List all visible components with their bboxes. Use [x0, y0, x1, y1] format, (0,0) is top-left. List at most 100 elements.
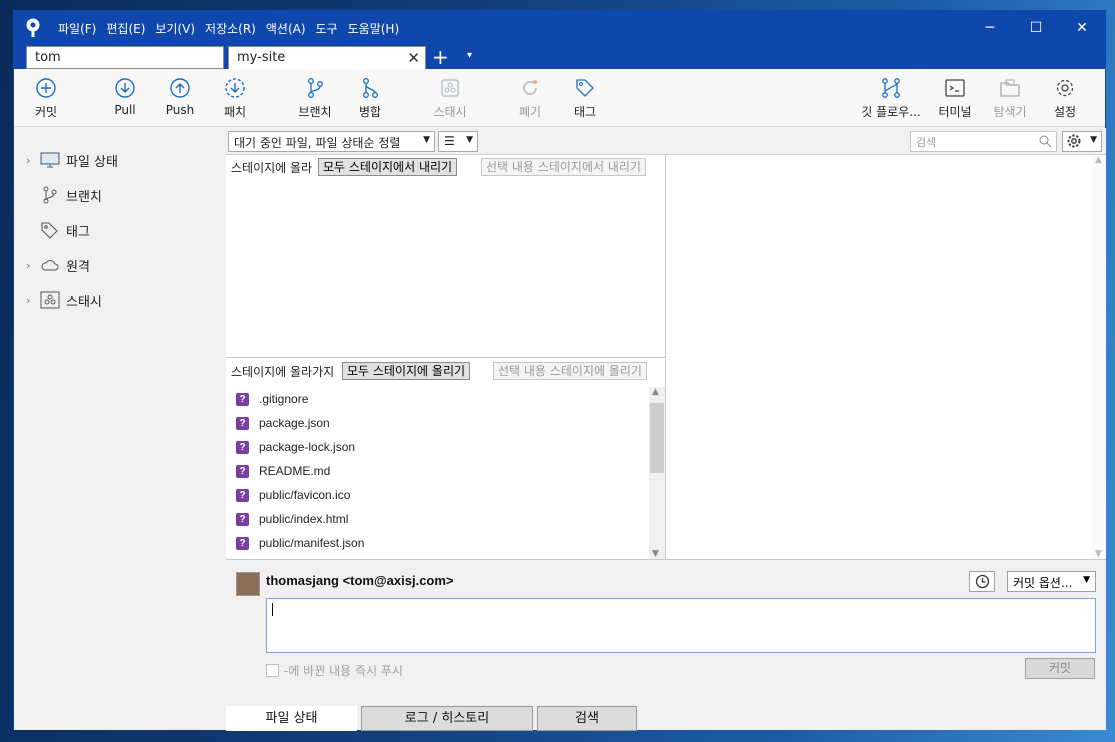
arrow-up-circle-icon: [170, 78, 190, 98]
branch-icon: [308, 78, 323, 98]
stash-icon: [441, 79, 459, 97]
chevron-up-icon[interactable]: ▲: [1095, 155, 1102, 165]
commit-toolbar-label: 커밋: [34, 105, 58, 119]
push-label: Push: [165, 103, 195, 117]
chevron-down-icon: ▼: [423, 135, 430, 145]
sidebar-item-file-status[interactable]: › 파일 상태: [26, 149, 118, 171]
untracked-icon: ?: [236, 512, 249, 526]
cloud-icon: [41, 260, 59, 271]
patch-button[interactable]: 패치: [205, 77, 265, 120]
chevron-up-icon[interactable]: ▲: [652, 387, 659, 397]
chevron-down-icon[interactable]: ▼: [652, 549, 659, 559]
search-placeholder: 검색: [916, 136, 937, 149]
discard-icon: [523, 80, 537, 95]
chevron-right-icon[interactable]: ›: [26, 294, 40, 307]
list-view-combo[interactable]: ☰ ▼: [438, 131, 478, 152]
menu-help[interactable]: 도움말(H): [348, 20, 400, 37]
sidebar-item-label: 원격: [66, 259, 90, 275]
search-input[interactable]: 검색: [910, 131, 1057, 152]
minimize-button[interactable]: ─: [967, 11, 1013, 45]
chevron-down-icon: ▼: [1090, 135, 1097, 145]
close-window-button[interactable]: ✕: [1059, 11, 1105, 45]
branch-icon: [43, 186, 57, 204]
explorer-label: 탐색기: [993, 105, 1027, 119]
unstaged-files-pane: 스테이지에 올라가지 모두 스테이지에 올리기 선택 내용 스테이지에 올리기 …: [226, 359, 666, 559]
menu-edit[interactable]: 편집(E): [106, 20, 145, 37]
add-tab-button[interactable]: +: [432, 45, 449, 69]
repo-tab-tom[interactable]: tom: [26, 46, 224, 69]
chevron-right-icon[interactable]: ›: [26, 154, 40, 167]
avatar: [236, 572, 260, 596]
git-flow-label: 깃 플로우...: [861, 105, 921, 119]
toolbar: 커밋 Pull Push 패치 브랜치 병합 스태시 폐기 태그 깃 플로우..…: [14, 69, 1105, 127]
unstage-all-button[interactable]: 모두 스테이지에서 내리기: [318, 158, 458, 176]
chevron-right-icon[interactable]: ›: [26, 259, 40, 272]
branch-button[interactable]: 브랜치: [285, 77, 345, 120]
list-item[interactable]: ? public/favicon.ico: [226, 483, 650, 507]
push-immediately-label: -에 바뀐 내용 즉시 푸시: [284, 664, 403, 678]
list-icon: ☰: [444, 134, 455, 148]
tab-search[interactable]: 검색: [537, 706, 637, 731]
file-list-scrollbar[interactable]: ▲ ▼: [649, 387, 665, 559]
commit-toolbar-button[interactable]: 커밋: [16, 77, 76, 120]
explorer-button[interactable]: 탐색기: [980, 77, 1040, 120]
sidebar-item-branches[interactable]: 브랜치: [26, 184, 102, 206]
stage-selected-button[interactable]: 선택 내용 스테이지에 올리기: [493, 362, 647, 380]
tab-log-history[interactable]: 로그 / 히스토리: [361, 706, 533, 731]
list-item[interactable]: ? package.json: [226, 411, 650, 435]
list-item[interactable]: ? .gitignore: [226, 387, 650, 411]
git-flow-button[interactable]: 깃 플로우...: [856, 77, 926, 120]
staged-files-pane: 스테이지에 올라 모두 스테이지에서 내리기 선택 내용 스테이지에서 내리기: [226, 155, 666, 358]
untracked-icon: ?: [236, 440, 249, 454]
tag-button[interactable]: 태그: [555, 77, 615, 120]
stage-all-button[interactable]: 모두 스테이지에 올리기: [342, 362, 471, 380]
menu-view[interactable]: 보기(V): [155, 20, 195, 37]
menu-actions[interactable]: 액션(A): [266, 20, 306, 37]
merge-icon: [363, 78, 378, 98]
list-item[interactable]: ? public/index.html: [226, 507, 650, 531]
sidebar-item-label: 브랜치: [66, 189, 102, 205]
commit-button[interactable]: 커밋: [1025, 658, 1095, 679]
unstage-selected-button[interactable]: 선택 내용 스테이지에서 내리기: [481, 158, 646, 176]
push-immediately-checkbox[interactable]: -에 바뀐 내용 즉시 푸시: [266, 662, 403, 679]
repo-tab-label: tom: [35, 50, 61, 65]
stash-button[interactable]: 스태시: [420, 77, 480, 120]
settings-combo[interactable]: ▼: [1062, 131, 1102, 152]
main-area: 대기 중인 파일, 파일 상태순 정렬 ▼ ☰ ▼ 검색 ▼ 스테이지에 올라 …: [226, 128, 1106, 731]
history-button[interactable]: [969, 571, 995, 592]
sidebar-item-stashes[interactable]: › 스태시: [26, 289, 102, 311]
commit-message-input[interactable]: [266, 598, 1096, 653]
list-item[interactable]: ? README.md: [226, 459, 650, 483]
scrollbar-thumb[interactable]: [650, 403, 664, 473]
settings-label: 설정: [1053, 105, 1077, 119]
unstaged-file-list: ? .gitignore ? package.json ? package-lock.…: [226, 387, 650, 555]
file-name: package.json: [259, 416, 330, 430]
repo-tab-my-site[interactable]: my-site ✕: [228, 46, 426, 69]
list-item[interactable]: ? public/manifest.json: [226, 531, 650, 555]
merge-button[interactable]: 병합: [340, 77, 400, 120]
menu-tools[interactable]: 도구: [316, 20, 338, 37]
diff-scrollbar[interactable]: ▲ ▼: [1092, 155, 1106, 559]
terminal-button[interactable]: 터미널: [925, 77, 985, 120]
discard-button[interactable]: 폐기: [500, 77, 560, 120]
checkbox-box[interactable]: [266, 664, 279, 677]
tab-dropdown-icon[interactable]: ▾: [467, 50, 472, 61]
settings-button[interactable]: 설정: [1035, 77, 1095, 120]
tab-file-status[interactable]: 파일 상태: [226, 706, 357, 731]
filter-bar: 대기 중인 파일, 파일 상태순 정렬 ▼ ☰ ▼ 검색 ▼: [226, 128, 1106, 155]
push-button[interactable]: Push: [150, 77, 210, 117]
maximize-button[interactable]: ☐: [1013, 11, 1059, 45]
close-tab-icon[interactable]: ✕: [407, 49, 420, 67]
patch-icon: [225, 78, 245, 98]
menu-repository[interactable]: 저장소(R): [205, 20, 256, 37]
chevron-down-icon[interactable]: ▼: [1095, 549, 1102, 559]
pull-button[interactable]: Pull: [95, 77, 155, 117]
list-item[interactable]: ? package-lock.json: [226, 435, 650, 459]
sidebar-item-remotes[interactable]: › 원격: [26, 254, 90, 276]
tag-label: 태그: [573, 105, 597, 119]
menu-file[interactable]: 파일(F): [58, 20, 96, 37]
sidebar-item-tags[interactable]: 태그: [26, 219, 90, 241]
pending-files-combo[interactable]: 대기 중인 파일, 파일 상태순 정렬 ▼: [228, 131, 435, 152]
tag-icon: [576, 79, 594, 97]
commit-options-dropdown[interactable]: 커밋 옵션... ▼: [1007, 571, 1096, 592]
